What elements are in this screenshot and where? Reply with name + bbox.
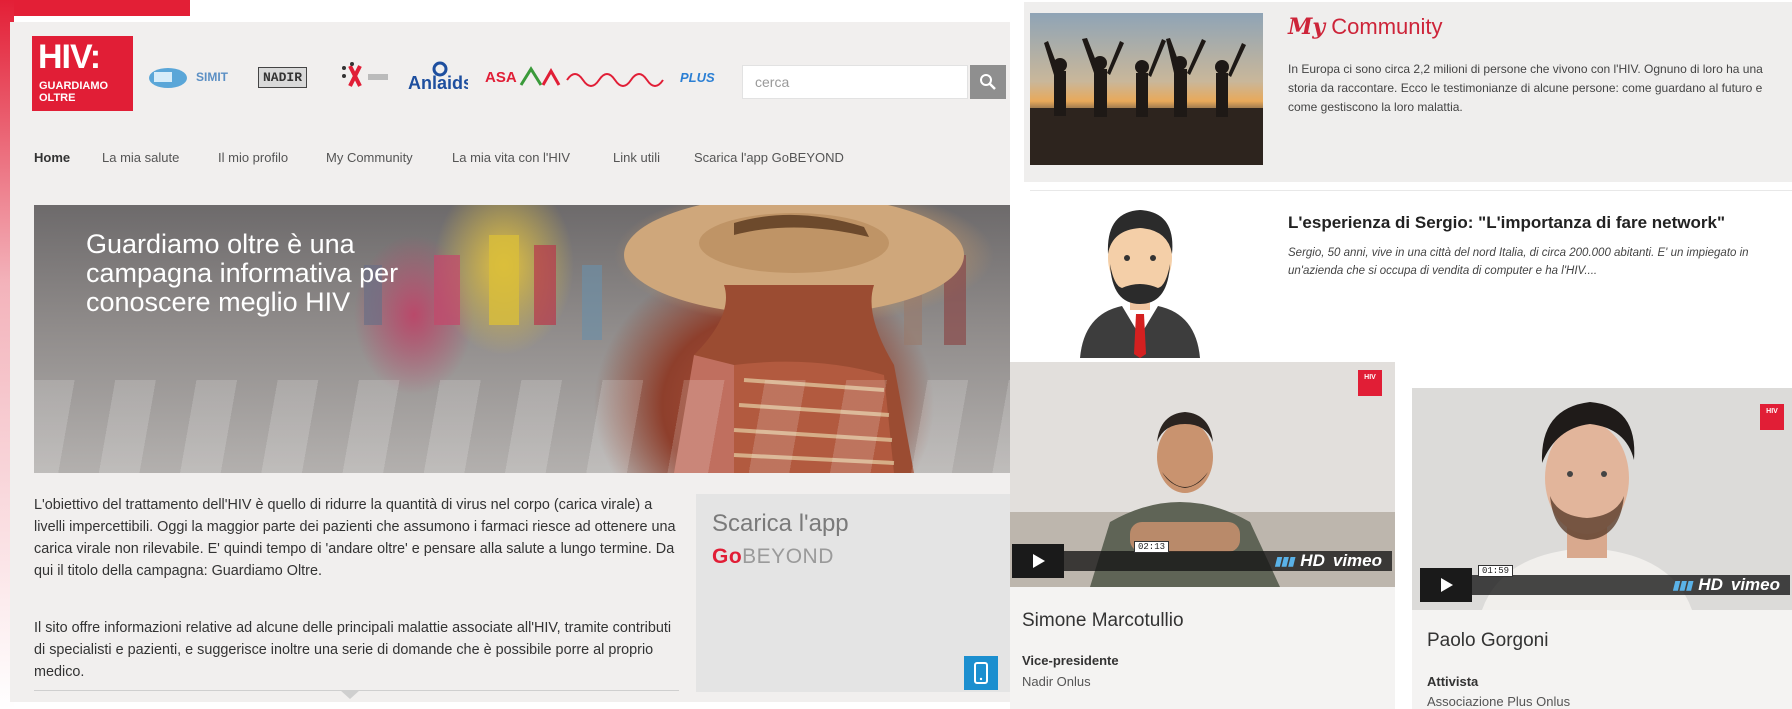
script-logo-icon: [566, 73, 664, 87]
video-person-org-1: Nadir Onlus: [1022, 674, 1091, 689]
play-button[interactable]: [1420, 568, 1472, 602]
nav-item-il-mio-profilo[interactable]: Il mio profilo: [218, 150, 288, 165]
video-player-2[interactable]: HIV 01:59 ▮▮▮ HD vimeo: [1412, 388, 1792, 610]
vimeo-logo[interactable]: vimeo: [1731, 575, 1780, 595]
smartphone-icon: [974, 662, 988, 684]
nav-item-link-utili[interactable]: Link utili: [613, 150, 660, 165]
app-download-button[interactable]: [964, 656, 998, 690]
search-icon: [980, 74, 996, 90]
site-logo[interactable]: HIV: GUARDIAMO OLTRE: [32, 36, 133, 111]
partner-logo-script[interactable]: [565, 60, 675, 94]
community-photo: [1030, 13, 1263, 165]
video-person-name-2: Paolo Gorgoni: [1427, 630, 1549, 651]
hiv-badge-icon: HIV: [1760, 404, 1784, 430]
decorative-red-bar: [0, 0, 190, 16]
video-controls-2: 01:59 ▮▮▮ HD vimeo: [1420, 565, 1790, 602]
avatar: [1070, 196, 1210, 358]
hiv-badge-icon: HIV: [1358, 370, 1382, 396]
community-description: In Europa ci sono circa 2,2 milioni di p…: [1288, 62, 1763, 114]
promo-brand: GoBEYOND: [712, 545, 834, 568]
story-title[interactable]: L'esperienza di Sergio: "L'importanza di…: [1288, 213, 1725, 233]
nav-item-scarica-app[interactable]: Scarica l'app GoBEYOND: [694, 150, 844, 165]
promo-title: Scarica l'app: [712, 510, 849, 537]
play-button[interactable]: [1012, 544, 1064, 578]
logo-subtitle: GUARDIAMO OLTRE: [39, 80, 109, 104]
video-progress-bar[interactable]: 01:59 ▮▮▮ HD vimeo: [1472, 565, 1790, 595]
scroll-down-caret[interactable]: [340, 690, 360, 699]
story-excerpt: Sergio, 50 anni, vive in una città del n…: [1288, 247, 1749, 277]
video-player-1[interactable]: HIV 02:13 ▮▮▮ HD vimeo: [1010, 362, 1395, 587]
people-silhouettes-image: [1030, 38, 1263, 165]
volume-icon[interactable]: ▮▮▮: [1274, 554, 1294, 568]
nav-item-la-mia-vita[interactable]: La mia vita con l'HIV: [452, 150, 570, 165]
hd-label[interactable]: HD: [1300, 551, 1325, 571]
nav-item-home[interactable]: Home: [34, 150, 70, 165]
intro-paragraph-2: Il sito offre informazioni relative ad a…: [34, 620, 672, 680]
video-person-role-2: Attivista: [1427, 674, 1479, 689]
nav-item-my-community[interactable]: My Community: [326, 150, 413, 165]
search-button[interactable]: [970, 65, 1006, 99]
video-controls-1: 02:13 ▮▮▮ HD vimeo: [1012, 541, 1392, 578]
play-icon: [1033, 554, 1045, 568]
anlaids-icon: Anlaids: [408, 61, 468, 93]
volume-icon[interactable]: ▮▮▮: [1672, 578, 1692, 592]
video-person-name-1: Simone Marcotullio: [1022, 610, 1184, 631]
partner-logo-nadir[interactable]: NADIR: [258, 60, 308, 94]
partner-logo-asa[interactable]: ASA: [485, 60, 561, 94]
partner-logo-npl[interactable]: [338, 60, 390, 94]
svg-text:Anlaids: Anlaids: [408, 73, 468, 93]
man-avatar-icon: [1080, 210, 1200, 358]
hd-label[interactable]: HD: [1698, 575, 1723, 595]
play-icon: [1441, 578, 1453, 592]
search-input[interactable]: cerca: [742, 65, 968, 99]
logo-text: HIV:: [38, 38, 101, 76]
vimeo-logo[interactable]: vimeo: [1333, 551, 1382, 571]
community-title: My Community: [1288, 14, 1443, 40]
hero-headline: Guardiamo oltre è una campagna informati…: [86, 229, 399, 317]
video-person-role-1: Vice-presidente: [1022, 653, 1119, 668]
partner-logo-anlaids[interactable]: Anlaids: [408, 60, 468, 94]
video-time: 02:13: [1134, 541, 1170, 553]
video-person-org-2: Associazione Plus Onlus: [1427, 694, 1571, 709]
partner-logo-simit[interactable]: SIMIT: [148, 60, 228, 94]
video-progress-bar[interactable]: 02:13 ▮▮▮ HD vimeo: [1064, 541, 1392, 571]
intro-paragraph-1: L'obiettivo del trattamento dell'HIV è q…: [34, 497, 676, 579]
crosswalk-stripes: [34, 380, 1010, 473]
partner-logo-plus[interactable]: PLUS: [680, 60, 715, 94]
ribbon-icon: [342, 62, 388, 87]
video-time: 01:59: [1478, 565, 1514, 577]
nav-item-la-mia-salute[interactable]: La mia salute: [102, 150, 179, 165]
simit-icon: [149, 68, 187, 88]
asa-ribbons-icon: [519, 66, 560, 86]
